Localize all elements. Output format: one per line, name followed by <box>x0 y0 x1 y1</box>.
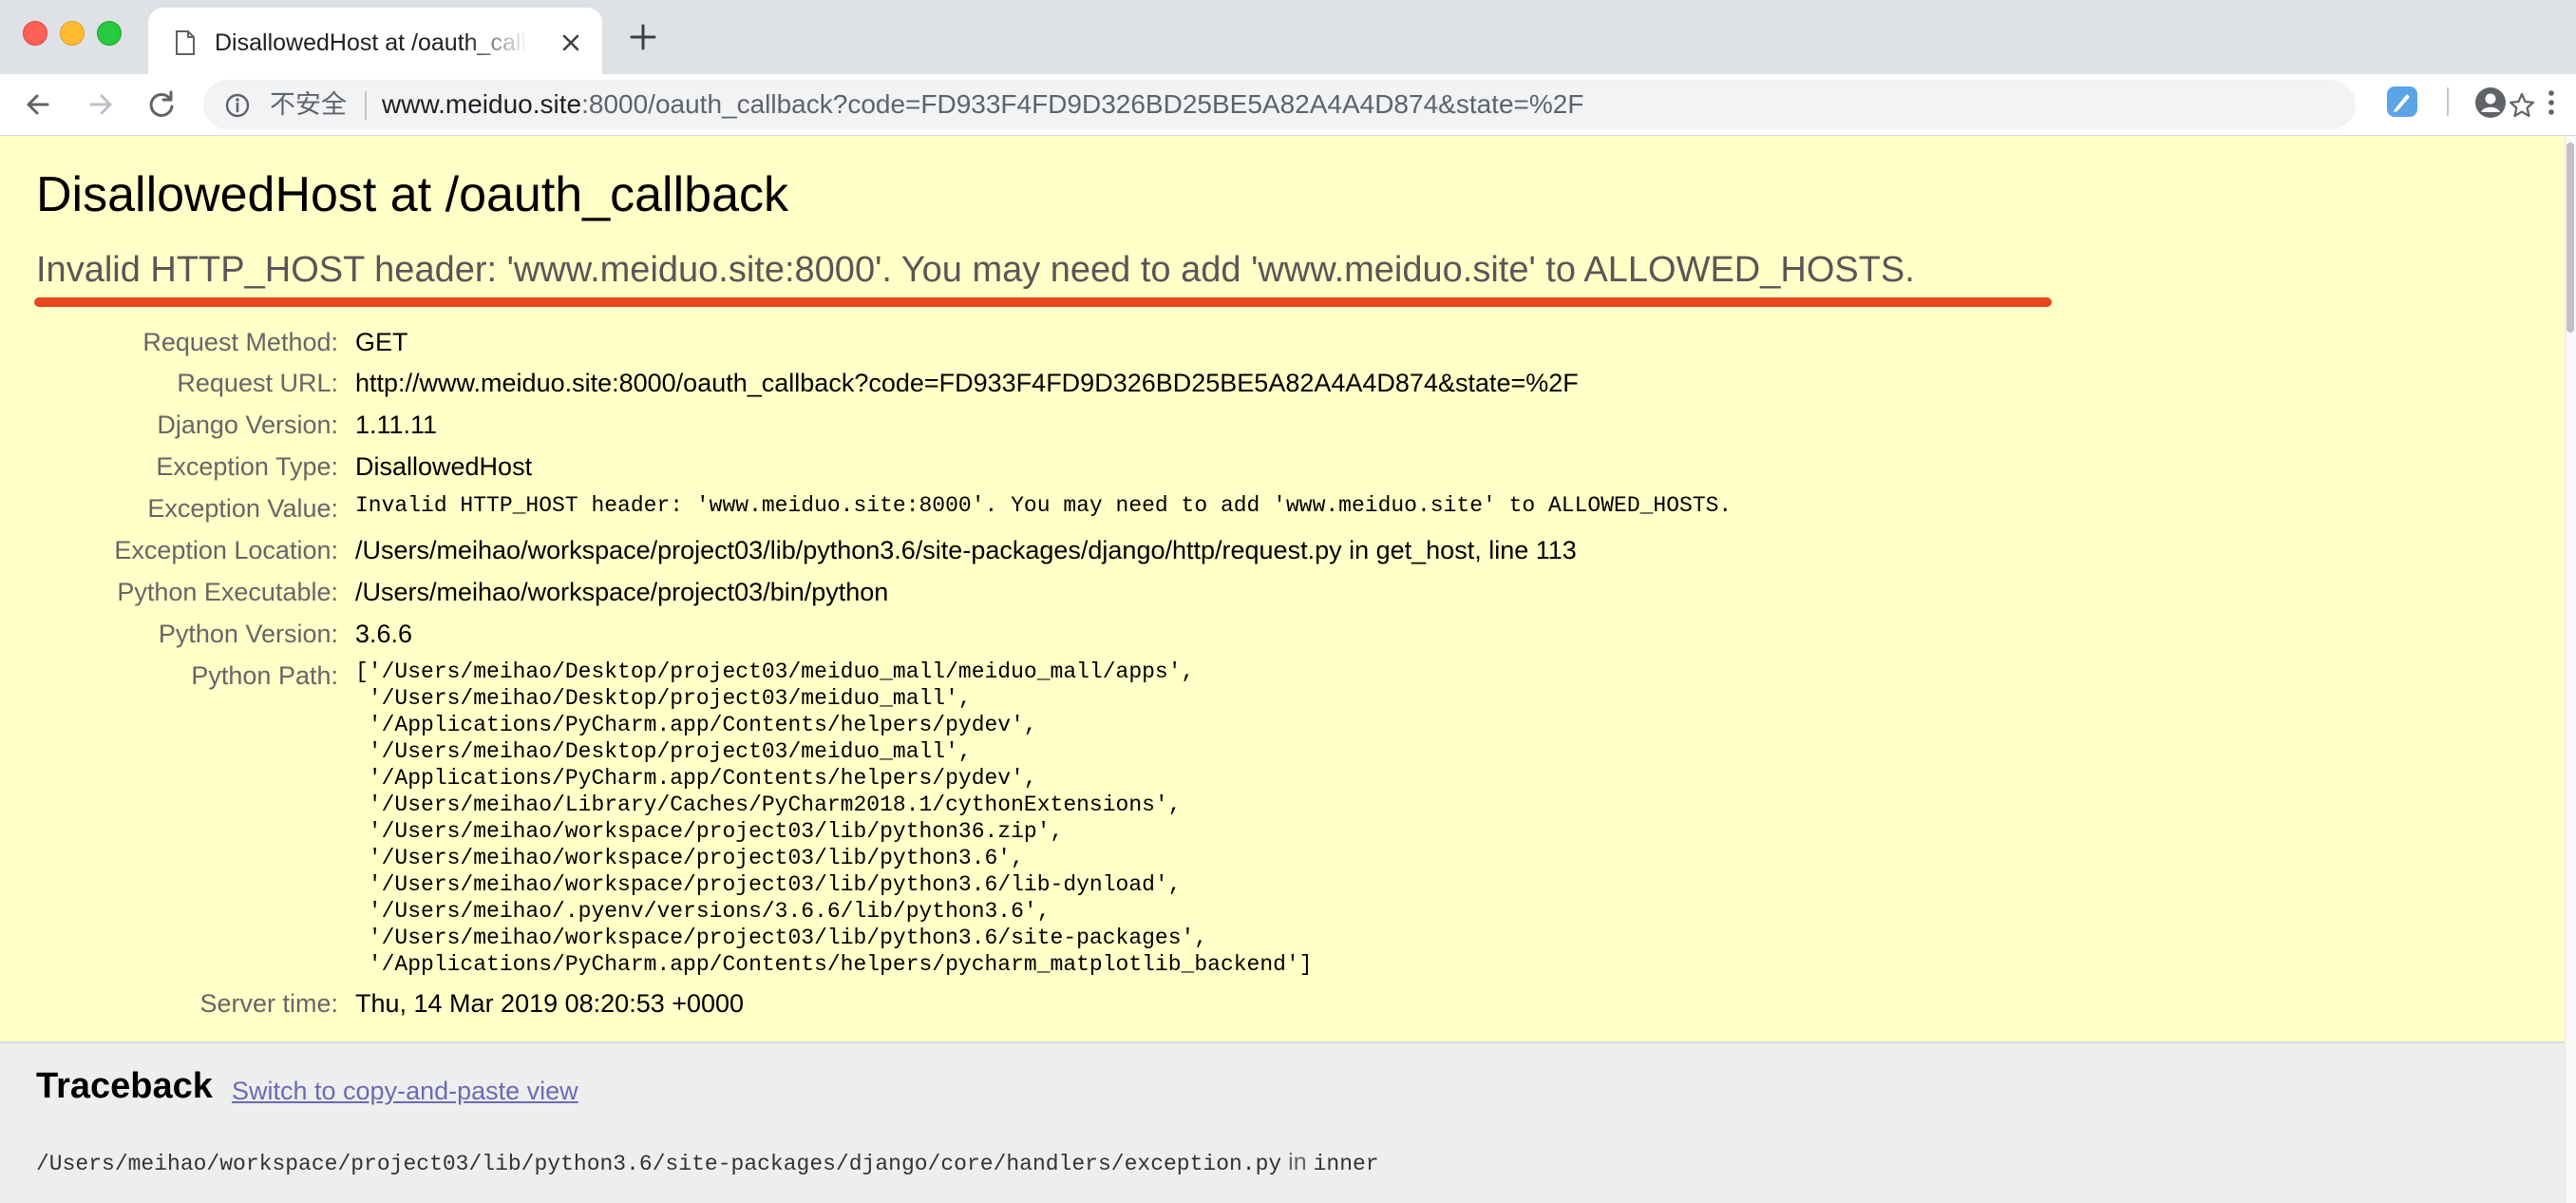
meta-value: /Users/meihao/workspace/project03/lib/py… <box>355 536 1577 564</box>
toolbar-separator <box>2447 87 2449 116</box>
forward-arrow-icon[interactable] <box>84 87 118 122</box>
meta-row-request-method: Request Method: <box>0 323 338 361</box>
traceback-section: Traceback Switch to copy-and-paste view … <box>0 1043 2565 1203</box>
scrollbar-thumb[interactable] <box>2567 143 2574 333</box>
meta-value: Thu, 14 Mar 2019 08:20:53 +0000 <box>355 989 745 1018</box>
document-icon <box>176 30 195 55</box>
meta-row-django-version: Django Version: <box>0 406 338 444</box>
close-icon[interactable] <box>557 29 585 57</box>
meta-row-request-url: Request URL: <box>0 364 338 402</box>
meta-value: 1.11.11 <box>355 411 438 439</box>
meta-label: Request URL: <box>177 369 338 397</box>
window-minimize-button[interactable] <box>60 21 85 46</box>
frame-function: inner <box>1313 1152 1379 1176</box>
meta-row-exception-type: Exception Type: <box>0 448 338 486</box>
new-tab-button[interactable] <box>627 21 659 53</box>
meta-label: Server time: <box>199 989 338 1018</box>
meta-value: DisallowedHost <box>355 452 533 481</box>
meta-row-server-time: Server time: <box>0 984 338 1022</box>
error-subtitle: Invalid HTTP_HOST header: 'www.meiduo.si… <box>36 250 1915 290</box>
meta-label: Request Method: <box>142 328 338 356</box>
extension-icon[interactable] <box>2386 86 2418 118</box>
tab-strip: DisallowedHost at /oauth_callback <box>0 0 2576 74</box>
meta-label: Django Version: <box>157 411 338 439</box>
meta-label: Python Path: <box>191 661 338 690</box>
frame-path: /Users/meihao/workspace/project03/lib/py… <box>36 1152 1282 1176</box>
reload-icon[interactable] <box>144 87 179 122</box>
meta-value: Invalid HTTP_HOST header: 'www.meiduo.si… <box>355 493 1733 518</box>
error-summary: DisallowedHost at /oauth_callback Invali… <box>0 136 2565 1043</box>
page-viewport: DisallowedHost at /oauth_callback Invali… <box>0 136 2565 1203</box>
meta-value: 3.6.6 <box>355 620 413 648</box>
url-text[interactable]: www.meiduo.site:8000/oauth_callback?code… <box>382 88 1583 121</box>
traceback-frame[interactable]: /Users/meihao/workspace/project03/lib/py… <box>36 1146 1379 1180</box>
meta-row-python-path: Python Path: <box>0 657 338 695</box>
python-path-value: ['/Users/meihao/Desktop/project03/meiduo… <box>355 659 1313 977</box>
kebab-menu-icon[interactable] <box>2538 87 2565 118</box>
browser-toolbar: 不安全 www.meiduo.site:8000/oauth_callback?… <box>0 74 2576 136</box>
error-title: DisallowedHost at /oauth_callback <box>36 167 788 222</box>
meta-row-exception-location: Exception Location: <box>0 531 338 569</box>
meta-row-python-executable: Python Executable: <box>0 573 338 611</box>
meta-value: GET <box>355 328 408 356</box>
meta-label: Exception Type: <box>156 452 338 481</box>
info-icon[interactable] <box>224 92 251 119</box>
switch-copy-paste-link[interactable]: Switch to copy-and-paste view <box>232 1072 578 1110</box>
address-bar[interactable]: 不安全 www.meiduo.site:8000/oauth_callback?… <box>203 80 2535 129</box>
meta-label: Python Executable: <box>117 578 338 606</box>
window-zoom-button[interactable] <box>97 21 122 46</box>
meta-row-python-version: Python Version: <box>0 615 338 653</box>
meta-value: /Users/meihao/workspace/project03/bin/py… <box>355 578 889 606</box>
security-label[interactable]: 不安全 <box>270 88 347 121</box>
frame-in-label: in <box>1288 1149 1307 1175</box>
window-close-button[interactable] <box>23 21 47 46</box>
meta-label: Python Version: <box>158 620 338 648</box>
meta-label: Exception Value: <box>147 494 338 523</box>
url-path: :8000/oauth_callback?code=FD933F4FD9D326… <box>581 89 1584 119</box>
url-host: www.meiduo.site <box>382 89 582 119</box>
traceback-heading: Traceback <box>36 1066 213 1106</box>
tab-title: DisallowedHost at /oauth_callback <box>215 29 528 56</box>
profile-avatar-icon[interactable] <box>2473 86 2508 120</box>
meta-row-exception-value: Exception Value: <box>0 489 338 527</box>
meta-label: Exception Location: <box>114 536 338 564</box>
star-icon[interactable] <box>2508 91 2536 120</box>
highlight-underline <box>34 297 2052 307</box>
back-arrow-icon[interactable] <box>21 87 55 122</box>
meta-value: http://www.meiduo.site:8000/oauth_callba… <box>355 369 1579 397</box>
tab-active[interactable]: DisallowedHost at /oauth_callback <box>148 8 602 74</box>
omnibox-divider <box>365 91 367 120</box>
